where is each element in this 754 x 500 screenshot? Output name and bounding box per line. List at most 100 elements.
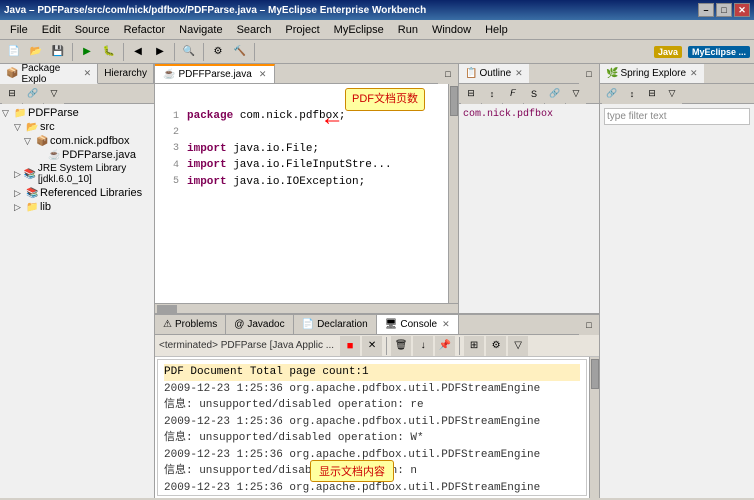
console-stop-button[interactable]: ■ [340,336,360,356]
view-menu-button[interactable]: ▽ [44,84,64,104]
tb-debug-button[interactable]: 🐛 [99,42,119,62]
outline-maximize[interactable]: □ [579,64,599,84]
spring-tb-3[interactable]: ⊟ [642,84,662,104]
menu-search[interactable]: Search [231,22,278,38]
console-remove-button[interactable]: ✕ [362,336,382,356]
menu-file[interactable]: File [4,22,34,38]
menu-refactor[interactable]: Refactor [118,22,172,38]
tab-pdfparse-java[interactable]: ☕ PDFFParse.java ✕ [155,64,275,83]
outline-pkg-label: com.nick.pdfbox [463,109,553,120]
menu-navigate[interactable]: Navigate [173,22,228,38]
spring-tb-4[interactable]: ▽ [662,84,682,104]
tree-item-reflibs[interactable]: ▷ 📚 Referenced Libraries [2,186,152,200]
editor-maximize-button[interactable]: □ [438,64,458,84]
tab-hierarchy[interactable]: Hierarchy [98,64,154,83]
console-tab-close[interactable]: ✕ [442,319,450,330]
javadoc-icon: @ [234,319,244,330]
tb-forward-button[interactable]: ▶ [150,42,170,62]
tb-search-button[interactable]: 🔍 [179,42,199,62]
editor-hscrollbar[interactable] [155,303,458,313]
line-number-2: 2 [159,125,179,140]
tab-problems[interactable]: ⚠ Problems [155,315,226,334]
hscroll-thumb[interactable] [157,305,177,313]
tb-open-button[interactable]: 📂 [26,42,46,62]
expand-icon: ▽ [2,108,12,119]
toolbar-separator-3 [174,43,175,61]
tree-label-reflibs: Referenced Libraries [40,187,142,199]
menu-window[interactable]: Window [426,22,477,38]
package-explorer-close[interactable]: ✕ [84,68,92,79]
tab-javadoc[interactable]: @ Javadoc [226,315,293,334]
expand-icon-pkg: ▽ [24,136,34,147]
editor-scrollbar[interactable] [448,84,458,303]
package-explorer-icon: 📦 [6,68,18,79]
editor-content[interactable]: PDF文档页数 ← 1 package com.nick.pdfbox; 2 3… [155,84,458,303]
left-panel-toolbar: ⊟ 🔗 ▽ [0,84,154,104]
console-pin-button[interactable]: 📌 [435,336,455,356]
tb-save-button[interactable]: 💾 [48,42,68,62]
outline-hide-fields[interactable]: 𝐹 [503,84,523,104]
spring-tb-2[interactable]: ↕ [622,84,642,104]
menu-myeclipse[interactable]: MyEclipse [328,22,390,38]
tree-item-package[interactable]: ▽ 📦 com.nick.pdfbox [2,134,152,148]
outline-menu[interactable]: ▽ [566,84,586,104]
menu-bar: File Edit Source Refactor Navigate Searc… [0,20,754,40]
console-terminated-label: <terminated> PDFParse [Java Applic ... [159,340,334,351]
console-scrollbar-thumb[interactable] [591,359,599,389]
tree-item-jre[interactable]: ▷ 📚 JRE System Library [jdkl.6.0_10] [2,162,152,186]
tab-declaration[interactable]: 📄 Declaration [294,315,377,334]
menu-help[interactable]: Help [479,22,514,38]
tab-console[interactable]: 🖥 Console ✕ [377,315,459,334]
maximize-button[interactable]: □ [716,3,732,17]
close-button[interactable]: ✕ [734,3,750,17]
left-panel-tabs: 📦 Package Explo ✕ Hierarchy [0,64,154,84]
java-tab-close[interactable]: ✕ [259,69,267,80]
tree-item-pdfparse[interactable]: ▽ 📁 PDFParse [2,106,152,120]
tree-item-src[interactable]: ▽ 📂 src [2,120,152,134]
collapse-all-button[interactable]: ⊟ [2,84,22,104]
tb-back-button[interactable]: ◀ [128,42,148,62]
tab-outline[interactable]: 📋 Outline ✕ [459,64,529,83]
spring-filter-input[interactable] [604,108,750,125]
tree-item-java-file[interactable]: ☕ PDFParse.java [2,148,152,162]
outline-sort[interactable]: ↕ [482,84,502,104]
outline-panel: 📋 Outline ✕ □ ⊟ ↕ 𝐹 S 🔗 ▽ [459,64,599,313]
minimize-button[interactable]: – [698,3,714,17]
console-clear-button[interactable]: 🗑 [391,336,411,356]
console-scrollbar[interactable] [589,357,599,498]
tab-package-explorer[interactable]: 📦 Package Explo ✕ [0,64,98,84]
spring-tb-1[interactable]: 🔗 [602,84,622,104]
console-maximize-button[interactable]: □ [579,315,599,335]
console-menu-button[interactable]: ▽ [508,336,528,356]
menu-run[interactable]: Run [392,22,424,38]
import-3: java.io.IOException; [227,174,366,191]
outline-tab-close[interactable]: ✕ [515,68,523,79]
tb-new-button[interactable]: 📄 [4,42,24,62]
window-title: Java – PDFParse/src/com/nick/pdfbox/PDFP… [4,5,426,16]
spring-tab-close[interactable]: ✕ [690,68,698,79]
link-editor-button[interactable]: 🔗 [23,84,43,104]
outline-link[interactable]: 🔗 [545,84,565,104]
tb-gear-button[interactable]: ⚙ [208,42,228,62]
menu-project[interactable]: Project [279,22,325,38]
console-settings-button[interactable]: ⚙ [486,336,506,356]
editor-scrollbar-thumb[interactable] [450,86,458,116]
console-line-1: 2009-12-23 1:25:36 org.apache.pdfbox.uti… [164,381,580,398]
myeclipse-perspective-badge[interactable]: MyEclipse ... [688,46,750,58]
menu-source[interactable]: Source [69,22,116,38]
tab-spring-explorer[interactable]: 🌿 Spring Explore ✕ [600,64,704,83]
console-scroll-button[interactable]: ↓ [413,336,433,356]
bottom-tabs: ⚠ Problems @ Javadoc 📄 Declaration 🖥 Con… [155,315,599,335]
tb-build-button[interactable]: 🔨 [230,42,250,62]
console-expand-button[interactable]: ⊞ [464,336,484,356]
main-area: 📦 Package Explo ✕ Hierarchy ⊟ 🔗 ▽ ▽ 📁 PD… [0,64,754,498]
menu-edit[interactable]: Edit [36,22,67,38]
title-bar: Java – PDFParse/src/com/nick/pdfbox/PDFP… [0,0,754,20]
spring-tabs: 🌿 Spring Explore ✕ [600,64,754,84]
tree-item-lib[interactable]: ▷ 📁 lib [2,200,152,214]
tb-run-button[interactable]: ▶ [77,42,97,62]
outline-collapse[interactable]: ⊟ [461,84,481,104]
outline-hide-static[interactable]: S [524,84,544,104]
java-perspective-badge[interactable]: Java [654,46,682,58]
outline-toolbar: ⊟ ↕ 𝐹 S 🔗 ▽ [459,84,599,104]
